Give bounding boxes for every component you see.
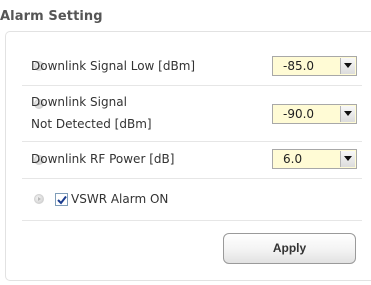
downlink-rf-power-select[interactable]: 6.0 <box>272 149 357 169</box>
chevron-down-icon[interactable] <box>340 151 355 167</box>
apply-button[interactable]: Apply <box>223 233 356 264</box>
downlink-rf-power-value: 6.0 <box>283 152 303 166</box>
row-divider <box>22 141 362 142</box>
downlink-signal-low-select[interactable]: -85.0 <box>272 56 357 76</box>
section-title: Alarm Setting <box>0 9 103 24</box>
downlink-rf-power-label: Downlink RF Power [dB] <box>31 152 175 166</box>
downlink-signal-low-value: -85.0 <box>283 59 315 73</box>
vswr-alarm-checkbox[interactable] <box>55 193 68 206</box>
chevron-down-icon[interactable] <box>340 106 355 122</box>
downlink-signal-not-detected-label-line1: Downlink Signal <box>31 95 127 109</box>
downlink-signal-not-detected-value: -90.0 <box>283 107 315 121</box>
downlink-signal-not-detected-label-line2: Not Detected [dBm] <box>31 117 152 131</box>
vswr-alarm-label: VSWR Alarm ON <box>71 192 169 206</box>
downlink-signal-low-label: Downlink Signal Low [dBm] <box>31 59 196 73</box>
alarm-setting-page: Alarm Setting Downlink Signal Low [dBm] … <box>0 0 371 285</box>
chevron-down-icon[interactable] <box>340 58 355 74</box>
checkmark-icon <box>57 195 67 205</box>
arrow-bullet-icon <box>34 194 44 204</box>
downlink-signal-not-detected-select[interactable]: -90.0 <box>272 104 357 124</box>
row-divider <box>22 220 362 221</box>
row-divider <box>22 85 362 86</box>
row-divider <box>22 178 362 179</box>
